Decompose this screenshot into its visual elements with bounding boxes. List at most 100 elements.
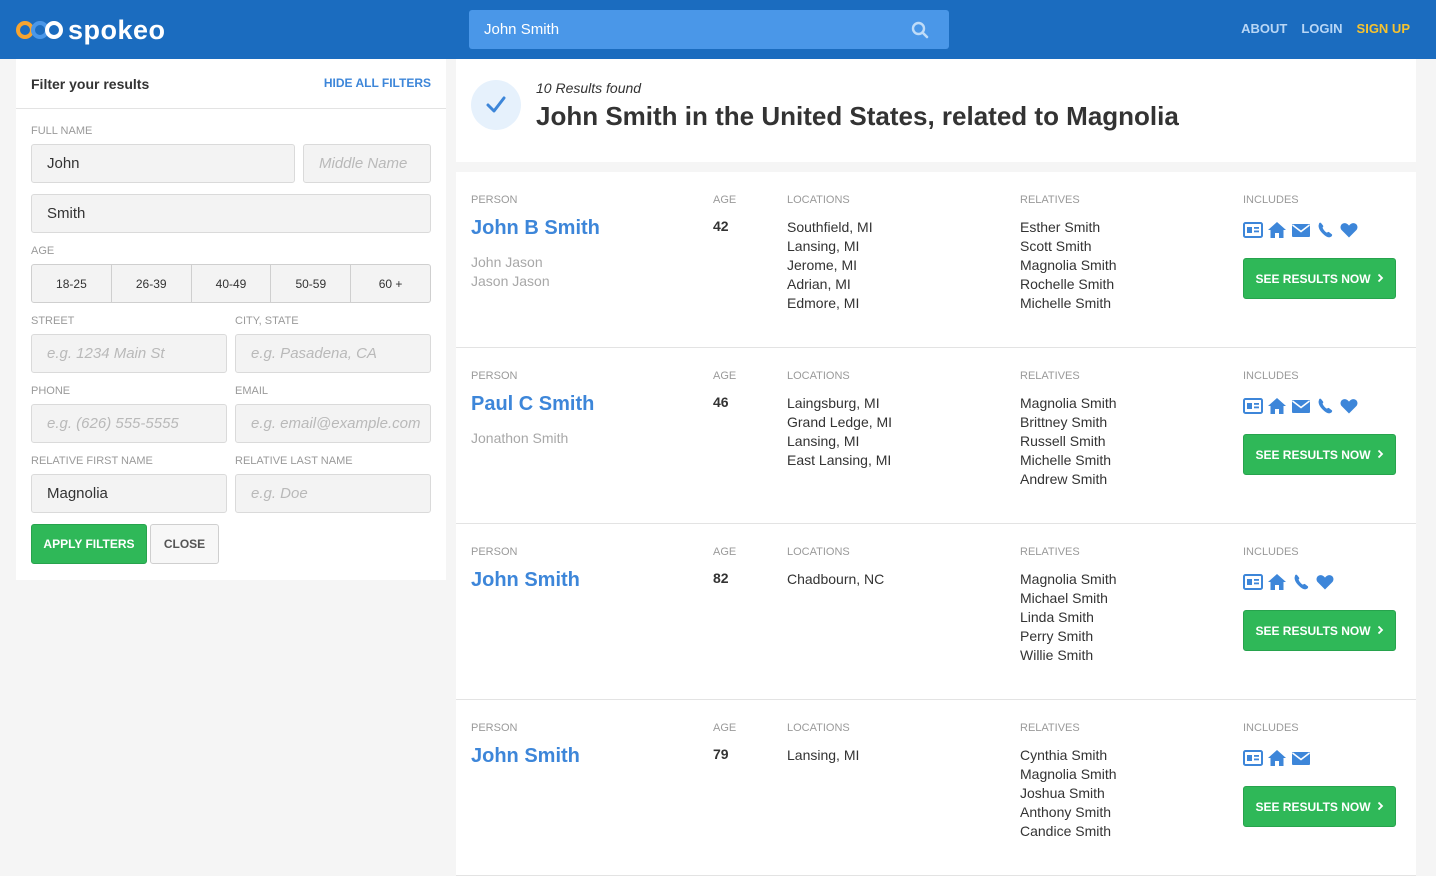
person-name-link[interactable]: Paul C Smith (471, 393, 594, 416)
relative-item: Magnolia Smith (1020, 395, 1117, 411)
mail-icon (1291, 397, 1311, 420)
column-label-age: AGE (713, 546, 737, 558)
age-value: 46 (713, 394, 729, 410)
home-icon (1267, 749, 1287, 772)
top-header: spokeo ABOUT LOGIN SIGN UP (0, 0, 1436, 59)
chevron-right-icon (1377, 624, 1384, 638)
search-icon[interactable] (911, 21, 929, 39)
person-name-link[interactable]: John B Smith (471, 217, 600, 240)
relatives-list: Esther Smith Scott Smith Magnolia Smith Roc… (1020, 218, 1117, 313)
person-aliases: John Jason Jason Jason (471, 253, 550, 291)
age-option-26-39[interactable]: 26-39 (112, 265, 192, 302)
last-name-input[interactable] (31, 194, 431, 233)
includes-icons (1243, 397, 1359, 420)
locations-list: Chadbourn, NC (787, 570, 884, 589)
hide-all-filters-link[interactable]: HIDE ALL FILTERS (324, 76, 431, 90)
phone-input[interactable] (31, 404, 227, 443)
street-input[interactable] (31, 334, 227, 373)
relative-item: Anthony Smith (1020, 804, 1112, 820)
email-input[interactable] (235, 404, 431, 443)
location-item: Laingsburg, MI (787, 395, 880, 411)
check-icon (471, 80, 521, 130)
search-input[interactable] (469, 10, 889, 49)
column-label-person: PERSON (471, 722, 518, 734)
person-name-link[interactable]: John Smith (471, 569, 580, 592)
apply-filters-button[interactable]: APPLY FILTERS (31, 524, 147, 564)
column-label-relatives: RELATIVES (1020, 546, 1080, 558)
relative-first-name-input[interactable] (31, 474, 227, 513)
column-label-age: AGE (713, 194, 737, 206)
column-label-includes: INCLUDES (1243, 370, 1299, 382)
id-card-icon (1243, 573, 1263, 596)
column-label-locations: LOCATIONS (787, 194, 850, 206)
mail-icon (1291, 221, 1311, 244)
see-results-now-button[interactable]: SEE RESULTS NOW (1243, 786, 1396, 827)
id-card-icon (1243, 397, 1263, 420)
result-card: PERSON AGE LOCATIONS RELATIVES INCLUDES Paul … (456, 348, 1416, 524)
id-card-icon (1243, 749, 1263, 772)
locations-list: Lansing, MI (787, 746, 859, 765)
see-results-now-button[interactable]: SEE RESULTS NOW (1243, 258, 1396, 299)
filter-header: Filter your results HIDE ALL FILTERS (16, 59, 446, 109)
results-title: John Smith in the United States, related… (536, 101, 1179, 131)
column-label-includes: INCLUDES (1243, 546, 1299, 558)
relative-last-name-label: RELATIVE LAST NAME (235, 455, 353, 467)
middle-name-input[interactable] (303, 144, 431, 183)
phone-icon (1315, 397, 1335, 420)
person-name-link[interactable]: John Smith (471, 745, 580, 768)
home-icon (1267, 573, 1287, 596)
person-aliases: Jonathon Smith (471, 429, 568, 448)
column-label-relatives: RELATIVES (1020, 194, 1080, 206)
age-option-50-59[interactable]: 50-59 (271, 265, 352, 302)
result-card: PERSON AGE LOCATIONS RELATIVES INCLUDES John … (456, 700, 1416, 876)
spokeo-logo[interactable]: spokeo (16, 14, 166, 46)
nav-signup-link[interactable]: SIGN UP (1357, 21, 1410, 36)
close-filters-button[interactable]: CLOSE (150, 524, 219, 564)
relative-last-name-input[interactable] (235, 474, 431, 513)
relative-item: Linda Smith (1020, 609, 1094, 625)
column-label-includes: INCLUDES (1243, 722, 1299, 734)
heart-icon (1339, 221, 1359, 244)
see-results-now-button[interactable]: SEE RESULTS NOW (1243, 610, 1396, 651)
age-option-18-25[interactable]: 18-25 (32, 265, 112, 302)
column-label-age: AGE (713, 722, 737, 734)
relative-item: Magnolia Smith (1020, 571, 1117, 587)
alias-item: John Jason (471, 254, 543, 270)
age-label: AGE (31, 245, 55, 257)
locations-list: Southfield, MI Lansing, MI Jerome, MI Adria… (787, 218, 873, 313)
age-value: 42 (713, 218, 729, 234)
see-results-label: SEE RESULTS NOW (1255, 447, 1371, 462)
location-item: Edmore, MI (787, 295, 860, 311)
location-item: Adrian, MI (787, 276, 851, 292)
column-label-locations: LOCATIONS (787, 722, 850, 734)
first-name-input[interactable] (31, 144, 295, 183)
column-label-relatives: RELATIVES (1020, 722, 1080, 734)
phone-icon (1291, 573, 1311, 596)
location-item: Lansing, MI (787, 433, 860, 449)
nav-login-link[interactable]: LOGIN (1301, 21, 1342, 36)
phone-icon (1315, 221, 1335, 244)
filter-title: Filter your results (31, 76, 150, 92)
heart-icon (1339, 397, 1359, 420)
phone-label: PHONE (31, 385, 71, 397)
city-state-label: CITY, STATE (235, 315, 299, 327)
relative-item: Willie Smith (1020, 647, 1094, 663)
includes-icons (1243, 573, 1335, 596)
age-range-selector: 18-25 26-39 40-49 50-59 60 + (31, 264, 431, 303)
search-box (469, 10, 949, 49)
relative-item: Joshua Smith (1020, 785, 1105, 801)
mail-icon (1291, 749, 1311, 772)
nav-about-link[interactable]: ABOUT (1241, 21, 1287, 36)
age-option-60-plus[interactable]: 60 + (351, 265, 430, 302)
relative-item: Michael Smith (1020, 590, 1108, 606)
age-option-40-49[interactable]: 40-49 (192, 265, 272, 302)
relative-item: Magnolia Smith (1020, 257, 1117, 273)
relative-item: Brittney Smith (1020, 414, 1108, 430)
see-results-label: SEE RESULTS NOW (1255, 799, 1371, 814)
results-count: 10 Results found (536, 80, 642, 96)
relative-item: Russell Smith (1020, 433, 1106, 449)
city-state-input[interactable] (235, 334, 431, 373)
relative-item: Michelle Smith (1020, 452, 1112, 468)
results-header: 10 Results found John Smith in the Unite… (456, 59, 1416, 162)
see-results-now-button[interactable]: SEE RESULTS NOW (1243, 434, 1396, 475)
